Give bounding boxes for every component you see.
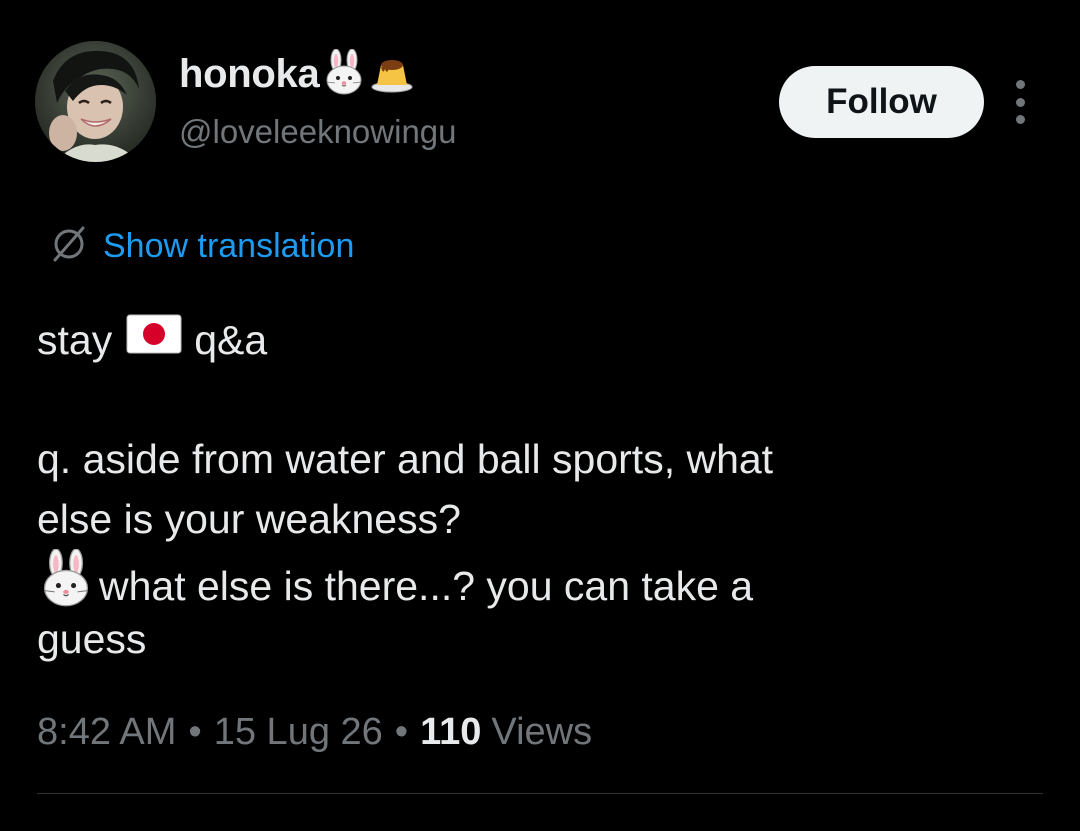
tweet-question-line-1: q. aside from water and ball sports, wha… (37, 436, 774, 482)
views-count[interactable]: 110 (420, 711, 481, 754)
user-handle[interactable]: @loveleeknowingu (179, 113, 457, 151)
meta-separator: • (188, 710, 202, 753)
more-dot (1015, 97, 1025, 107)
meta-separator: • (394, 710, 409, 753)
display-name: honoka (179, 51, 320, 96)
show-translation-label: Show translation (103, 226, 355, 265)
tweet-date[interactable]: 15 Lug 26 (214, 711, 383, 754)
follow-button[interactable]: Follow (779, 66, 984, 138)
custard-pudding-icon (369, 49, 415, 100)
tweet-text-title: stay q&a (37, 310, 267, 370)
more-dot (1015, 115, 1025, 124)
avatar-image (35, 41, 156, 162)
tweet-answer-line-1: what else is there...? you can take a (99, 563, 754, 609)
avatar[interactable] (35, 41, 156, 162)
tweet-meta: 8:42 AM • 15 Lug 26 • 110 Views (37, 705, 592, 759)
tweet-question-line-2: else is your weakness? (37, 496, 461, 542)
tweet-answer-line-2: guess (37, 616, 147, 662)
tweet-text-stay: stay (37, 317, 113, 363)
divider (37, 793, 1043, 794)
display-name-row[interactable]: honoka (179, 48, 415, 100)
more-vertical-icon[interactable] (1004, 80, 1036, 124)
globe-slash-icon (47, 222, 91, 271)
show-translation-link[interactable]: Show translation (47, 224, 354, 268)
japan-flag-icon (126, 310, 182, 370)
rabbit-face-icon (321, 48, 367, 100)
more-dot (1015, 80, 1025, 89)
tweet: honoka @loveleeknowingu Follow Show tran… (0, 0, 1080, 831)
tweet-time[interactable]: 8:42 AM (37, 711, 176, 754)
views-label[interactable]: Views (491, 711, 592, 754)
tweet-text-qa: q&a (194, 317, 268, 363)
